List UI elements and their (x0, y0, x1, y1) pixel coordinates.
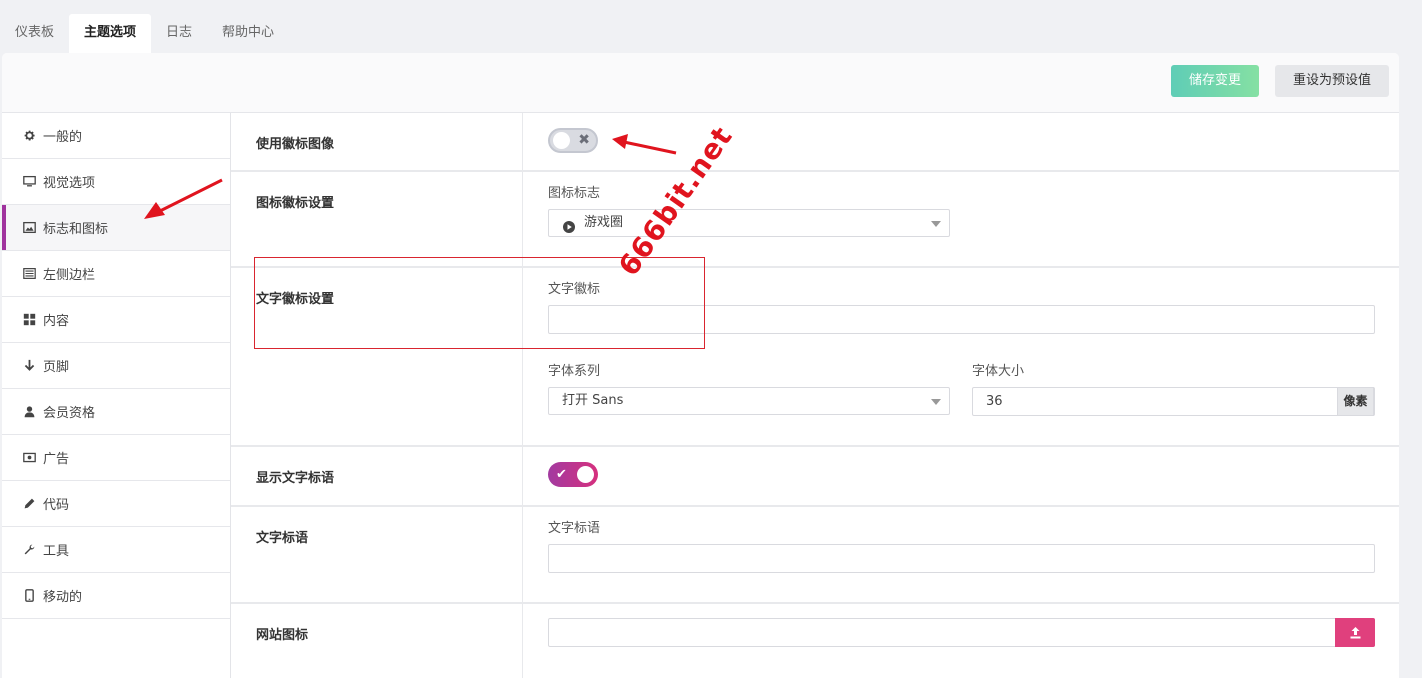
setting-label-text: 网站图标 (256, 628, 309, 643)
toggle-knob (577, 466, 594, 483)
list-icon (22, 267, 36, 281)
check-icon: ✔ (556, 467, 567, 482)
font-size-label: 字体大小 (972, 364, 1025, 379)
sidebar-item-content[interactable]: 内容 (2, 297, 230, 343)
setting-row-favicon: 网站图标 (231, 604, 1399, 678)
gear-icon (22, 129, 36, 143)
top-tab-bar: 仪表板 主题选项 日志 帮助中心 (0, 14, 289, 53)
upload-button[interactable] (1335, 618, 1375, 647)
money-icon (22, 451, 36, 465)
chevron-down-icon (931, 399, 941, 405)
show-tagline-toggle[interactable]: ✔ (548, 462, 598, 487)
setting-label: 图标徽标设置 (231, 172, 523, 266)
sidebar-item-label: 移动的 (43, 590, 83, 605)
sidebar-item-general[interactable]: 一般的 (2, 113, 230, 159)
setting-body (523, 604, 1399, 678)
user-icon (22, 405, 36, 419)
font-family-selected-value: 打开 Sans (562, 393, 624, 408)
monitor-icon (22, 175, 36, 189)
sidebar-item-label: 内容 (43, 314, 70, 329)
sidebar-item-membership[interactable]: 会员资格 (2, 389, 230, 435)
icon-logo-select[interactable]: 游戏圈 (548, 209, 950, 237)
sidebar-item-label: 一般的 (43, 130, 83, 145)
setting-body: 图标标志 游戏圈 (523, 172, 1399, 266)
tagline-field-label: 文字标语 (548, 521, 601, 536)
sidebar-item-visual[interactable]: 视觉选项 (2, 159, 230, 205)
grid-icon (22, 313, 36, 327)
panel-header: 储存变更 重设为预设值 (2, 53, 1399, 113)
sidebar-item-footer[interactable]: 页脚 (2, 343, 230, 389)
use-logo-image-toggle[interactable]: ✖ (548, 128, 598, 153)
setting-label-text: 文字徽标设置 (256, 292, 335, 307)
sidebar-item-mobile[interactable]: 移动的 (2, 573, 230, 619)
setting-row-text-logo: 文字徽标设置 文字徽标 字体系列 打开 Sans 字体大小 36 像素 (231, 268, 1399, 447)
wrench-icon (22, 543, 36, 557)
favicon-input[interactable] (548, 618, 1375, 647)
toggle-knob (553, 132, 570, 149)
setting-label-text: 文字标语 (256, 531, 309, 546)
setting-label: 使用徽标图像 (231, 113, 523, 170)
font-size-unit: 像素 (1337, 387, 1374, 416)
options-sidebar: 一般的 视觉选项 标志和图标 左侧边栏 内容 页脚 会员资格 广告 代码 工具 … (2, 113, 231, 678)
sidebar-item-label: 视觉选项 (43, 176, 96, 191)
setting-body: ✖ (523, 113, 1399, 170)
icon-logo-field-label: 图标标志 (548, 186, 601, 201)
setting-label-text: 使用徽标图像 (256, 137, 335, 152)
tab-log[interactable]: 日志 (151, 14, 207, 53)
tab-dashboard[interactable]: 仪表板 (0, 14, 69, 53)
font-size-value: 36 (986, 394, 1003, 409)
tagline-input[interactable] (548, 544, 1375, 573)
sidebar-item-ads[interactable]: 广告 (2, 435, 230, 481)
setting-label: 文字徽标设置 (231, 268, 523, 445)
sidebar-item-label: 广告 (43, 452, 70, 467)
mobile-icon (22, 589, 36, 603)
sidebar-item-code[interactable]: 代码 (2, 481, 230, 527)
setting-body: 文字标语 (523, 507, 1399, 602)
setting-row-show-tagline: 显示文字标语 ✔ (231, 447, 1399, 507)
sidebar-item-left-sidebar[interactable]: 左侧边栏 (2, 251, 230, 297)
chevron-down-icon (931, 221, 941, 227)
setting-body: ✔ (523, 447, 1399, 505)
sidebar-item-tools[interactable]: 工具 (2, 527, 230, 573)
tab-help-center[interactable]: 帮助中心 (207, 14, 289, 53)
setting-label-text: 显示文字标语 (256, 471, 335, 486)
sidebar-item-label: 会员资格 (43, 406, 96, 421)
save-changes-button[interactable]: 储存变更 (1171, 65, 1259, 97)
setting-label: 显示文字标语 (231, 447, 523, 505)
tab-theme-options[interactable]: 主题选项 (69, 14, 152, 53)
font-family-select[interactable]: 打开 Sans (548, 387, 950, 415)
text-logo-field-label: 文字徽标 (548, 282, 601, 297)
setting-row-use-logo-image: 使用徽标图像 ✖ (231, 113, 1399, 172)
icon-logo-selected-value: 游戏圈 (584, 215, 624, 230)
sidebar-item-label: 代码 (43, 498, 70, 513)
sidebar-item-label: 左侧边栏 (43, 268, 96, 283)
sidebar-item-label: 页脚 (43, 360, 70, 375)
setting-row-icon-logo: 图标徽标设置 图标标志 游戏圈 (231, 172, 1399, 268)
setting-label: 网站图标 (231, 604, 523, 678)
sidebar-item-label: 标志和图标 (43, 222, 109, 237)
options-panel: 储存变更 重设为预设值 一般的 视觉选项 标志和图标 左侧边栏 内容 页脚 会员… (2, 53, 1399, 678)
upload-icon (1350, 627, 1360, 639)
sidebar-item-label: 工具 (43, 544, 70, 559)
options-content: 使用徽标图像 ✖ 图标徽标设置 图标标志 游戏圈 文字徽标设置 文字徽标 字体系… (231, 113, 1399, 678)
setting-body: 文字徽标 字体系列 打开 Sans 字体大小 36 像素 (523, 268, 1399, 445)
pencil-icon (22, 497, 36, 511)
setting-label: 文字标语 (231, 507, 523, 602)
font-size-input[interactable]: 36 像素 (972, 387, 1375, 416)
setting-row-tagline: 文字标语 文字标语 (231, 507, 1399, 604)
sidebar-item-logo-icons[interactable]: 标志和图标 (2, 205, 230, 251)
font-family-label: 字体系列 (548, 364, 601, 379)
play-circle-icon (563, 217, 575, 243)
arrow-down-icon (22, 359, 36, 373)
text-logo-input[interactable] (548, 305, 1375, 334)
setting-label-text: 图标徽标设置 (256, 196, 335, 211)
reset-defaults-button[interactable]: 重设为预设值 (1275, 65, 1389, 97)
image-icon (22, 221, 36, 235)
close-icon: ✖ (578, 132, 590, 148)
